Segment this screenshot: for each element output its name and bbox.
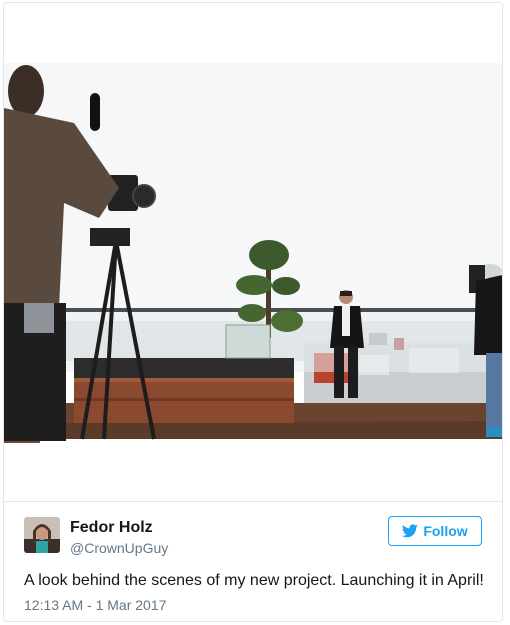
- tweet-text: A look behind the scenes of my new proje…: [24, 572, 484, 589]
- tweet-photo[interactable]: [4, 3, 502, 501]
- card-divider: [4, 501, 502, 502]
- author-name[interactable]: Fedor Holz: [70, 519, 153, 537]
- follow-button[interactable]: Follow: [388, 516, 482, 546]
- author-handle[interactable]: @CrownUpGuy: [70, 540, 168, 556]
- tweet-card: Fedor Holz @CrownUpGuy Follow A look beh…: [3, 2, 503, 622]
- avatar[interactable]: [24, 517, 60, 553]
- follow-label: Follow: [423, 523, 468, 539]
- tweet-timestamp[interactable]: 12:13 AM - 1 Mar 2017: [24, 597, 166, 613]
- twitter-bird-icon: [402, 524, 419, 538]
